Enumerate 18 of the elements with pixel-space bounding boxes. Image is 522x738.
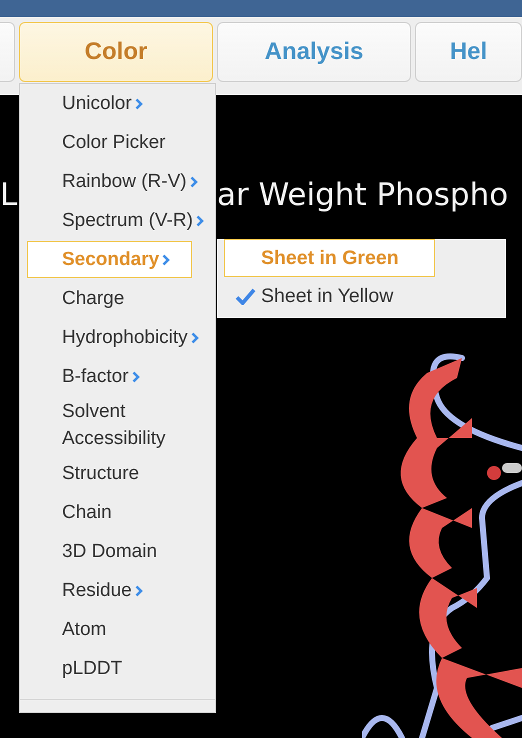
menu-item[interactable]: Sheet in Yellow [224,277,435,315]
menu-item[interactable]: Hydrophobicity [27,319,200,356]
menu-item[interactable]: Chain [27,494,192,531]
menu-item[interactable]: 3D Domain [27,533,192,570]
menu-item[interactable]: Spectrum (V-R) [27,202,205,239]
menu-item[interactable]: Solvent Accessibility [27,397,213,453]
menu-item[interactable]: Rainbow (R-V) [27,163,199,200]
menu-tab[interactable] [0,22,15,82]
menu-item[interactable]: B-factor [27,358,192,395]
structure-title: L [0,177,18,213]
menu-item[interactable]: Residue [27,572,192,609]
menu-item[interactable]: Charge [27,280,192,317]
menu-item[interactable]: pLDDT [27,650,192,687]
menu-item[interactable]: Structure [27,455,192,492]
menu-item[interactable]: Color Picker [27,124,192,161]
menu-item[interactable]: Unicolor [27,85,192,122]
structure-title: ar Weight Phospho [217,177,508,213]
menu-item[interactable]: Atom [27,611,192,648]
